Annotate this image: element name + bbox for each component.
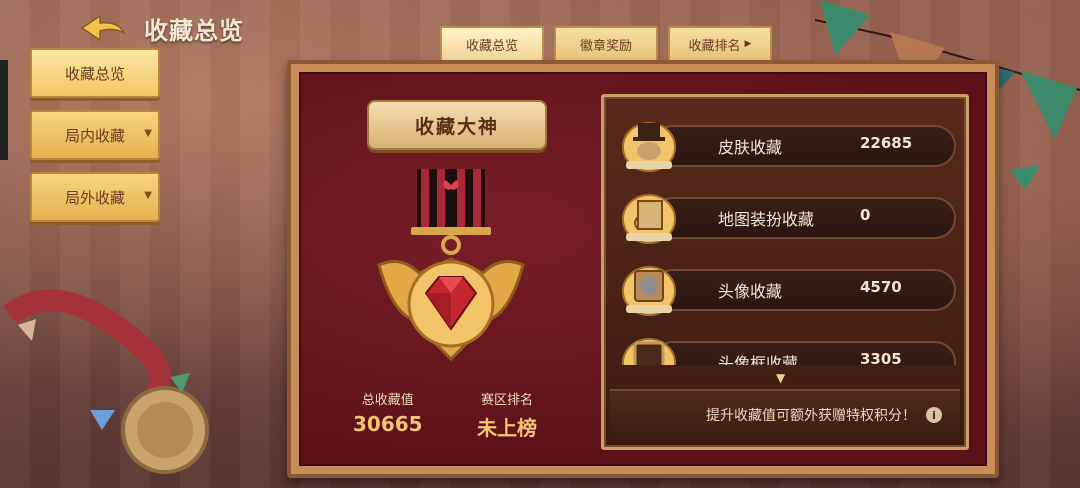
list-item-skin[interactable]: 皮肤收藏 22685	[618, 117, 956, 172]
caret-down-icon: ▼	[144, 128, 152, 139]
decorative-bronze-medal	[3, 289, 209, 474]
collection-tip-text: 提升收藏值可额外获赠特权积分！	[706, 408, 916, 424]
side-nav: 收藏总览 局内收藏 ▼ 局外收藏 ▼	[30, 48, 160, 234]
list-item-avatar-frame[interactable]: 头像框收藏 3305	[618, 333, 956, 365]
list-item-label: 皮肤收藏	[718, 138, 783, 157]
cat-portrait-icon	[622, 266, 676, 316]
caret-down-icon: ▼	[144, 190, 152, 201]
region-rank-label: 赛区排名	[480, 393, 533, 408]
side-nav-label: 收藏总览	[64, 64, 125, 83]
list-item-value: 0	[860, 206, 871, 224]
list-item-label: 地图装扮收藏	[718, 210, 815, 229]
total-collection-value: 30665	[353, 412, 423, 436]
tab-label: 收藏排名	[688, 38, 741, 54]
region-rank-stat: 赛区排名 未上榜	[477, 389, 537, 441]
page-title: 收藏总览	[144, 16, 244, 45]
side-nav-item-outgame[interactable]: 局外收藏 ▼	[30, 172, 160, 222]
tab-overview[interactable]: 收藏总览	[440, 26, 544, 62]
list-item-bar	[652, 269, 956, 311]
collection-list[interactable]: 皮肤收藏 22685 地图装扮收藏 0 头像收藏 4570 头像框收藏 3305	[604, 97, 966, 365]
ruby-medal-icon	[377, 169, 525, 362]
side-nav-item-ingame[interactable]: 局内收藏 ▼	[30, 110, 160, 160]
list-item-label: 头像收藏	[718, 282, 783, 301]
frame-icon	[622, 338, 676, 365]
main-panel: 收藏大神 总收藏值 30665 赛区排名 未上榜 皮肤收藏 22685 地图装扮…	[287, 60, 999, 478]
scroll-down-icon[interactable]: ▼	[776, 371, 785, 385]
list-item-value: 4570	[860, 278, 902, 296]
total-collection-stat: 总收藏值 30665	[353, 389, 423, 436]
cat-top-hat-icon	[622, 122, 676, 172]
list-item-value: 3305	[860, 350, 902, 365]
side-nav-label: 局内收藏	[64, 126, 125, 145]
rank-title-banner: 收藏大神	[367, 100, 547, 150]
list-item-label: 头像框收藏	[718, 354, 799, 365]
tab-badge-rewards[interactable]: 徽章奖励	[554, 26, 658, 62]
side-nav-label: 局外收藏	[64, 188, 125, 207]
rank-title: 收藏大神	[414, 115, 499, 138]
tab-label: 徽章奖励	[579, 38, 632, 54]
tab-ranking[interactable]: 收藏排名 ▶	[668, 26, 772, 62]
side-nav-item-overview[interactable]: 收藏总览	[30, 48, 160, 98]
left-edge-shadow	[0, 60, 8, 160]
map-scroll-icon	[622, 194, 676, 244]
list-item-value: 22685	[860, 134, 913, 152]
region-rank-value: 未上榜	[477, 416, 537, 440]
back-arrow-icon[interactable]	[78, 13, 128, 43]
collection-list-panel: 皮肤收藏 22685 地图装扮收藏 0 头像收藏 4570 头像框收藏 3305…	[601, 94, 969, 450]
total-collection-label: 总收藏值	[361, 393, 414, 408]
tab-label: 收藏总览	[465, 38, 518, 54]
list-item-map[interactable]: 地图装扮收藏 0	[618, 189, 956, 244]
top-tabs: 收藏总览 徽章奖励 收藏排名 ▶	[440, 26, 772, 62]
collection-tip-bar: 提升收藏值可额外获赠特权积分！ i	[610, 389, 960, 439]
list-item-bar	[652, 341, 956, 365]
list-item-avatar[interactable]: 头像收藏 4570	[618, 261, 956, 316]
main-panel-inner: 收藏大神 总收藏值 30665 赛区排名 未上榜 皮肤收藏 22685 地图装扮…	[299, 72, 987, 466]
info-icon[interactable]: i	[926, 407, 942, 423]
play-arrow-icon: ▶	[744, 39, 752, 49]
page-header: 收藏总览	[78, 10, 244, 46]
